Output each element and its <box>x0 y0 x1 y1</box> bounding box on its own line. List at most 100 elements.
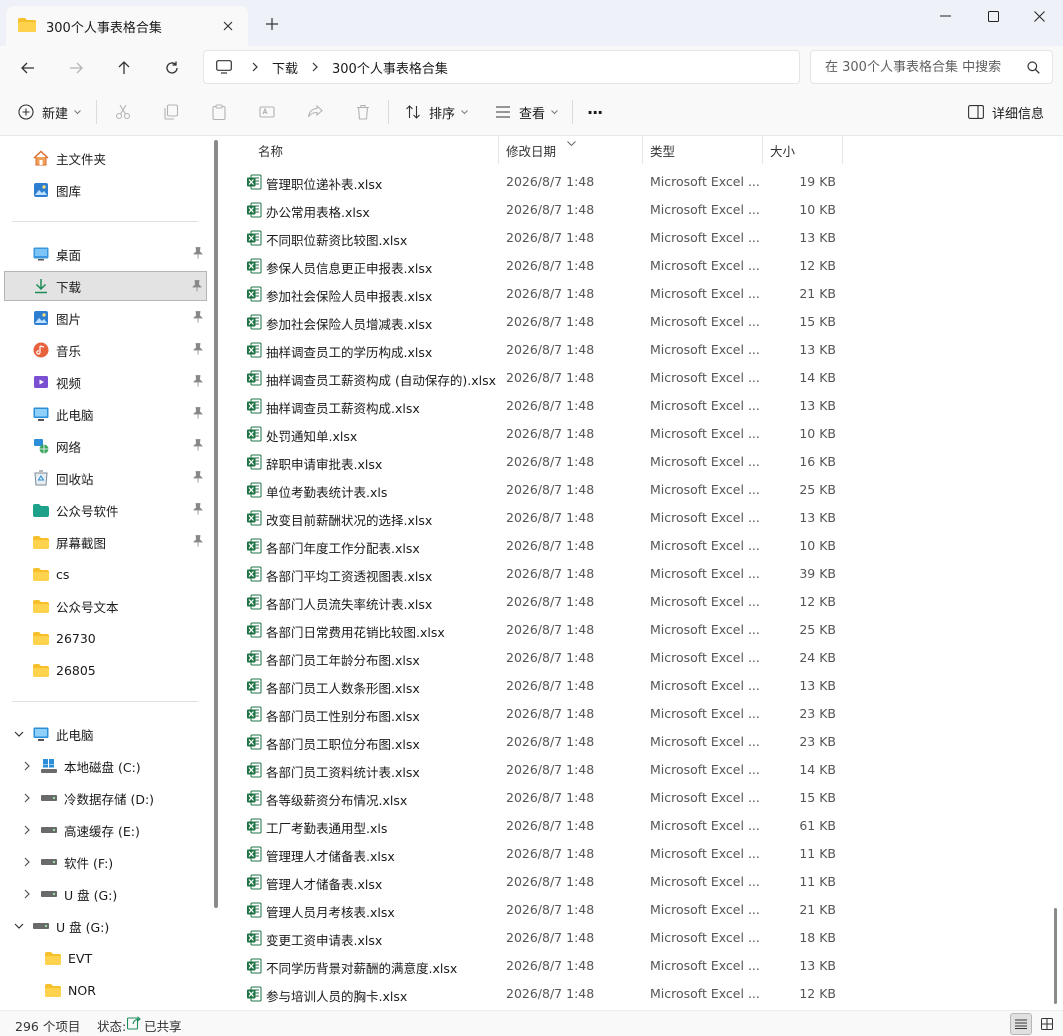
file-row[interactable]: 各部门平均工资透视图表.xlsx 2026/8/7 1:48 Microsoft… <box>226 560 1048 588</box>
tab-active[interactable]: 300个人事表格合集 <box>6 6 248 46</box>
tree-item-this-pc[interactable]: 此电脑 <box>4 719 207 749</box>
file-row[interactable]: 各部门日常费用花销比较图.xlsx 2026/8/7 1:48 Microsof… <box>226 616 1048 644</box>
column-header-date[interactable]: 修改日期 <box>506 136 556 164</box>
file-row[interactable]: 改变目前薪酬状况的选择.xlsx 2026/8/7 1:48 Microsoft… <box>226 504 1048 532</box>
file-row[interactable]: 参加社会保险人员申报表.xlsx 2026/8/7 1:48 Microsoft… <box>226 280 1048 308</box>
pin-icon[interactable] <box>192 280 202 295</box>
column-header-size[interactable]: 大小 <box>770 136 795 164</box>
file-row[interactable]: 管理理人才储备表.xlsx 2026/8/7 1:48 Microsoft Ex… <box>226 840 1048 868</box>
close-tab-icon[interactable] <box>218 16 238 36</box>
pin-icon[interactable] <box>193 375 203 390</box>
sidebar-scrollbar[interactable] <box>214 140 218 908</box>
details-view-icon[interactable] <box>1010 1013 1032 1035</box>
search-box[interactable] <box>810 50 1053 84</box>
file-row[interactable]: 变更工资申请表.xlsx 2026/8/7 1:48 Microsoft Exc… <box>226 924 1048 952</box>
file-row[interactable]: 管理人员月考核表.xlsx 2026/8/7 1:48 Microsoft Ex… <box>226 896 1048 924</box>
tiles-view-icon[interactable] <box>1036 1013 1058 1035</box>
sidebar-item-desktop[interactable]: 桌面 <box>4 239 207 269</box>
address-bar[interactable]: 下载 300个人事表格合集 <box>203 50 800 84</box>
file-row[interactable]: 辞职申请审批表.xlsx 2026/8/7 1:48 Microsoft Exc… <box>226 448 1048 476</box>
search-input[interactable] <box>825 59 1021 75</box>
sidebar-item-network[interactable]: 网络 <box>4 431 207 461</box>
file-row[interactable]: 办公常用表格.xlsx 2026/8/7 1:48 Microsoft Exce… <box>226 196 1048 224</box>
tree-item-drive-e[interactable]: 高速缓存 (E:) <box>4 815 207 845</box>
chevron-right-icon[interactable] <box>20 887 34 901</box>
copy-button[interactable] <box>163 100 179 124</box>
file-row[interactable]: 不同职位薪资比较图.xlsx 2026/8/7 1:48 Microsoft E… <box>226 224 1048 252</box>
chevron-down-icon[interactable] <box>12 727 26 741</box>
file-row[interactable]: 各部门员工资料统计表.xlsx 2026/8/7 1:48 Microsoft … <box>226 756 1048 784</box>
tree-item-drive-c[interactable]: 本地磁盘 (C:) <box>4 751 207 781</box>
new-button[interactable]: 新建 <box>18 100 81 124</box>
sidebar-item-recycle-bin[interactable]: 回收站 <box>4 463 207 493</box>
tree-item-folder-evt[interactable]: EVT <box>4 943 207 973</box>
sidebar-item-folder[interactable]: 公众号软件 <box>4 495 207 525</box>
search-icon[interactable] <box>1027 61 1040 77</box>
file-row[interactable]: 各等级薪资分布情况.xlsx 2026/8/7 1:48 Microsoft E… <box>226 784 1048 812</box>
column-header-type[interactable]: 类型 <box>650 136 675 164</box>
sidebar-item-this-pc[interactable]: 此电脑 <box>4 399 207 429</box>
maximize-icon[interactable] <box>968 0 1018 32</box>
computer-icon[interactable] <box>216 60 232 74</box>
file-row[interactable]: 各部门员工职位分布图.xlsx 2026/8/7 1:48 Microsoft … <box>226 728 1048 756</box>
cut-button[interactable] <box>115 100 131 124</box>
sidebar-item-videos[interactable]: 视频 <box>4 367 207 397</box>
file-row[interactable]: 各部门员工性别分布图.xlsx 2026/8/7 1:48 Microsoft … <box>226 700 1048 728</box>
breadcrumb-downloads[interactable]: 下载 <box>272 58 298 77</box>
pin-icon[interactable] <box>193 471 203 486</box>
file-row[interactable]: 各部门人员流失率统计表.xlsx 2026/8/7 1:48 Microsoft… <box>226 588 1048 616</box>
scrollbar-thumb[interactable] <box>1054 908 1057 1004</box>
pin-icon[interactable] <box>193 535 203 550</box>
chevron-down-icon[interactable] <box>12 919 26 933</box>
tree-item-drive-g[interactable]: U 盘 (G:) <box>4 879 207 909</box>
pin-icon[interactable] <box>193 439 203 454</box>
sidebar-item-gallery[interactable]: 图库 <box>4 175 207 205</box>
tree-item-drive-f[interactable]: 软件 (F:) <box>4 847 207 877</box>
sidebar-item-music[interactable]: 音乐 <box>4 335 207 365</box>
back-arrow-icon[interactable] <box>12 52 44 84</box>
sidebar-item-home[interactable]: 主文件夹 <box>4 143 207 173</box>
file-row[interactable]: 抽样调查员工的学历构成.xlsx 2026/8/7 1:48 Microsoft… <box>226 336 1048 364</box>
file-row[interactable]: 抽样调查员工薪资构成.xlsx 2026/8/7 1:48 Microsoft … <box>226 392 1048 420</box>
file-row[interactable]: 管理人才储备表.xlsx 2026/8/7 1:48 Microsoft Exc… <box>226 868 1048 896</box>
sidebar-item-folder[interactable]: cs <box>4 559 207 589</box>
delete-button[interactable] <box>355 100 371 124</box>
file-row[interactable]: 抽样调查员工薪资构成 (自动保存的).xlsx 2026/8/7 1:48 Mi… <box>226 364 1048 392</box>
chevron-right-icon[interactable] <box>20 759 34 773</box>
sidebar-item-folder[interactable]: 26805 <box>4 655 207 685</box>
tree-item-folder-nor[interactable]: NOR <box>4 975 207 1005</box>
pin-icon[interactable] <box>193 503 203 518</box>
pin-icon[interactable] <box>193 407 203 422</box>
tree-item-usb-root[interactable]: U 盘 (G:) <box>4 911 207 941</box>
rename-button[interactable] <box>259 100 275 124</box>
new-tab-icon[interactable] <box>262 14 282 34</box>
file-row[interactable]: 不同学历背景对薪酬的满意度.xlsx 2026/8/7 1:48 Microso… <box>226 952 1048 980</box>
column-header-name[interactable]: 名称 <box>258 136 283 164</box>
file-row[interactable]: 各部门年度工作分配表.xlsx 2026/8/7 1:48 Microsoft … <box>226 532 1048 560</box>
sort-button[interactable]: 排序 <box>405 100 468 124</box>
column-divider[interactable] <box>642 136 643 164</box>
sidebar-item-folder[interactable]: 26730 <box>4 623 207 653</box>
chevron-right-icon[interactable] <box>20 823 34 837</box>
file-row[interactable]: 各部门员工年龄分布图.xlsx 2026/8/7 1:48 Microsoft … <box>226 644 1048 672</box>
pin-icon[interactable] <box>193 343 203 358</box>
details-pane-button[interactable]: 详细信息 <box>968 100 1044 124</box>
chevron-right-icon[interactable] <box>20 855 34 869</box>
sidebar-item-folder[interactable]: 屏幕截图 <box>4 527 207 557</box>
file-row[interactable]: 工厂考勤表通用型.xls 2026/8/7 1:48 Microsoft Exc… <box>226 812 1048 840</box>
chevron-right-icon[interactable] <box>20 791 34 805</box>
close-window-icon[interactable] <box>1014 0 1063 32</box>
share-button[interactable] <box>307 100 323 124</box>
minimize-icon[interactable] <box>920 0 970 32</box>
column-divider[interactable] <box>842 136 843 164</box>
forward-arrow-icon[interactable] <box>60 52 92 84</box>
up-arrow-icon[interactable] <box>108 52 140 84</box>
column-divider[interactable] <box>498 136 499 164</box>
more-options-button[interactable]: ··· <box>587 100 603 124</box>
sidebar-item-pictures[interactable]: 图片 <box>4 303 207 333</box>
file-row[interactable]: 参加社会保险人员增减表.xlsx 2026/8/7 1:48 Microsoft… <box>226 308 1048 336</box>
file-row[interactable]: 参与培训人员的胸卡.xlsx 2026/8/7 1:48 Microsoft E… <box>226 980 1048 1008</box>
paste-button[interactable] <box>211 100 227 124</box>
column-divider[interactable] <box>762 136 763 164</box>
file-row[interactable]: 参保人员信息更正申报表.xlsx 2026/8/7 1:48 Microsoft… <box>226 252 1048 280</box>
